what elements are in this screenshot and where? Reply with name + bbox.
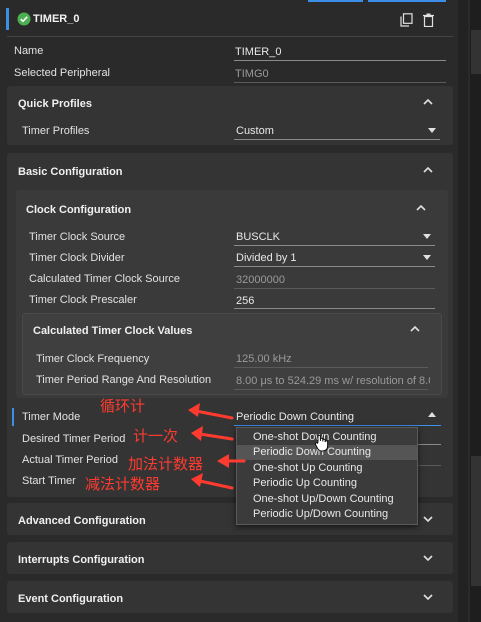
annotation-arrow xyxy=(194,409,234,420)
annotation-arrow xyxy=(198,432,234,441)
annotation-arrow-head xyxy=(191,426,203,441)
annotation-arrow-head xyxy=(217,454,229,468)
annotation-arrow xyxy=(198,479,234,490)
annotation-arrow-head xyxy=(191,473,203,487)
annotation-arrow-head xyxy=(188,403,200,417)
annotation-arrows xyxy=(188,403,246,490)
